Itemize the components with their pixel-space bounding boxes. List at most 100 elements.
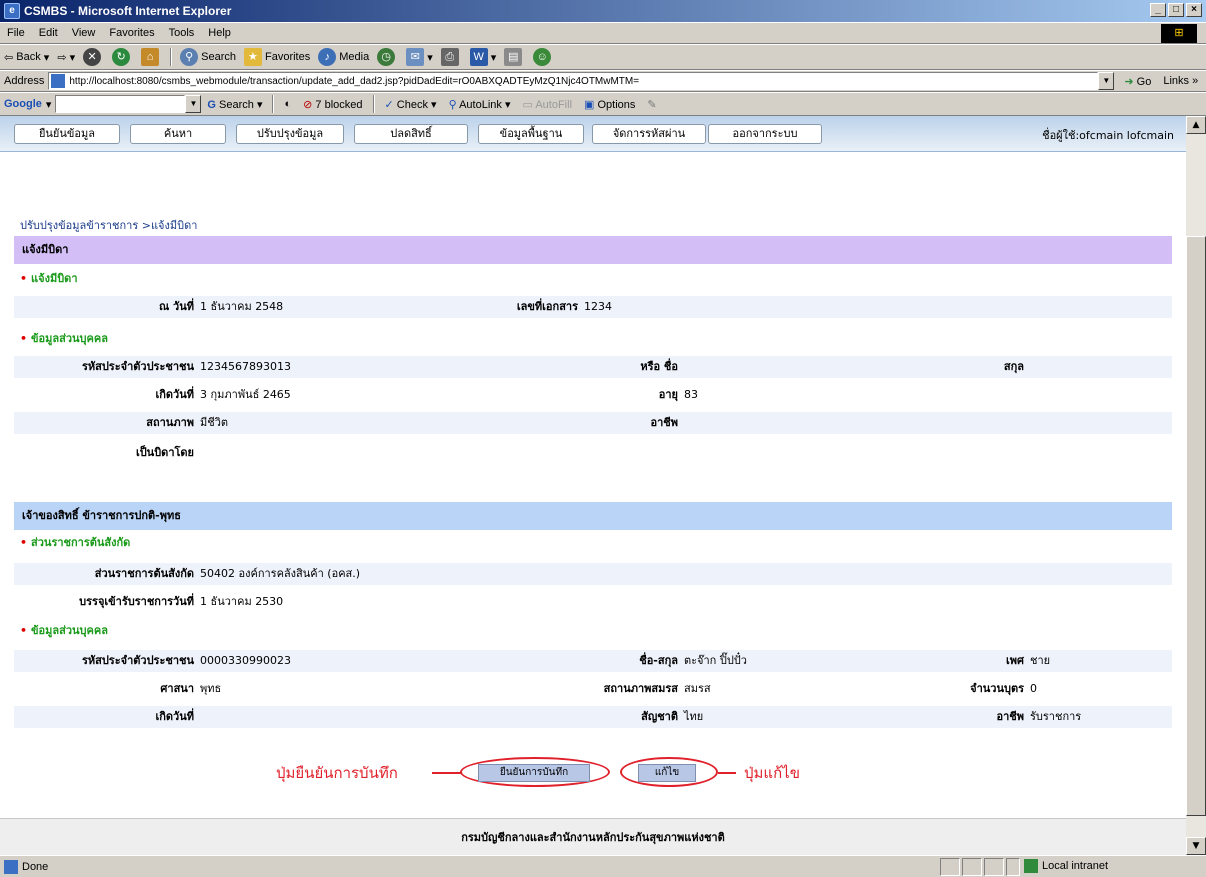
nav-manage-password[interactable]: จัดการรหัสผ่าน xyxy=(592,124,706,144)
scroll-thumb[interactable] xyxy=(1186,236,1206,816)
messenger-button[interactable]: ☺ xyxy=(533,48,554,66)
scroll-up-arrow-icon[interactable]: ▲ xyxy=(1186,116,1206,134)
google-search-icon: G xyxy=(207,98,216,111)
menu-tools[interactable]: Tools xyxy=(169,27,195,39)
favorites-button[interactable]: ★ Favorites xyxy=(243,48,311,66)
favorites-label: Favorites xyxy=(264,51,311,63)
history-button[interactable]: ◷ xyxy=(377,48,398,66)
google-search-dropdown-button[interactable]: ▼ xyxy=(185,95,202,113)
address-input[interactable]: http://localhost:8080/csmbs_webmodule/tr… xyxy=(48,72,1099,90)
refresh-button[interactable]: ↻ xyxy=(112,48,133,66)
autofill-button[interactable]: ▭ AutoFill xyxy=(522,98,572,111)
row-father-by: เป็นบิดาโดย xyxy=(14,442,1172,464)
scroll-down-arrow-icon[interactable]: ▼ xyxy=(1186,837,1206,855)
menu-edit[interactable]: Edit xyxy=(39,27,58,39)
zone-label: Local intranet xyxy=(1042,860,1109,872)
edit-icon: W xyxy=(469,48,488,66)
refresh-icon: ↻ xyxy=(112,48,131,66)
go-button[interactable]: ➜ Go xyxy=(1124,75,1151,88)
owner-children-label: จำนวนบุตร xyxy=(970,682,1024,695)
annotation-edit-label: ปุ่มแก้ไข xyxy=(744,764,800,782)
date-label: ณ วันที่ xyxy=(159,300,194,313)
google-search-button[interactable]: G Search ▾ xyxy=(207,98,262,111)
nav-search[interactable]: ค้นหา xyxy=(130,124,226,144)
row-start-date: บรรจุเข้ารับราชการวันที่ 1 ธันวาคม 2530 xyxy=(14,591,1172,613)
row-status-occupation: สถานภาพ มีชีวิต อาชีพ xyxy=(14,412,1172,434)
docno-label: เลขที่เอกสาร xyxy=(516,300,578,313)
address-url: http://localhost:8080/csmbs_webmodule/tr… xyxy=(69,75,640,87)
options-button[interactable]: ▣ Options xyxy=(584,98,635,111)
autolink-label: AutoLink xyxy=(459,98,502,111)
intranet-zone-icon xyxy=(1024,859,1038,873)
forward-arrow-icon: ⇨ ▾ xyxy=(57,51,76,64)
spellcheck-button[interactable]: ✓ Check ▾ xyxy=(385,98,437,111)
media-button[interactable]: ♪ Media xyxy=(318,48,369,66)
back-button[interactable]: ⇦ Back ▾ xyxy=(4,51,49,64)
media-label: Media xyxy=(339,51,370,63)
subheading-father-label: แจ้งมีบิดา xyxy=(31,272,78,285)
messenger-icon: ☺ xyxy=(533,48,552,66)
confirm-save-button[interactable]: ยืนยันการบันทึก xyxy=(478,764,590,782)
google-logo[interactable]: Google xyxy=(4,98,42,110)
search-button[interactable]: ⚲ Search xyxy=(180,48,236,66)
google-search-input[interactable] xyxy=(55,95,186,113)
start-date-label: บรรจุเข้ารับราชการวันที่ xyxy=(79,595,194,608)
links-button[interactable]: Links » xyxy=(1163,75,1198,87)
blocked-icon: ⊘ xyxy=(303,98,313,111)
menu-favorites[interactable]: Favorites xyxy=(109,27,154,39)
owner-birth-label: เกิดวันที่ xyxy=(155,710,194,723)
history-icon: ◷ xyxy=(377,48,396,66)
page-icon xyxy=(51,74,66,88)
minimize-button[interactable]: _ xyxy=(1150,3,1166,17)
nav-basic-data[interactable]: ข้อมูลพื้นฐาน xyxy=(478,124,584,144)
menu-help[interactable]: Help xyxy=(208,27,231,39)
mail-button[interactable]: ✉ ▾ xyxy=(406,48,433,66)
autolink-button[interactable]: ⚲ AutoLink ▾ xyxy=(449,98,511,111)
windows-logo-icon: ⊞ xyxy=(1161,24,1197,43)
forward-button[interactable]: ⇨ ▾ xyxy=(57,51,75,64)
options-icon: ▣ xyxy=(584,98,595,111)
row-birth-age: เกิดวันที่ 3 กุมภาพันธ์ 2465 อายุ 83 xyxy=(14,384,1172,406)
vertical-scrollbar[interactable]: ▲ ▼ xyxy=(1186,116,1206,855)
status-text: Done xyxy=(22,861,49,873)
pagerank-icon[interactable]: ◐ xyxy=(284,98,291,110)
nav-confirm-data[interactable]: ยืนยันข้อมูล xyxy=(14,124,120,144)
security-zone[interactable]: Local intranet xyxy=(1024,859,1108,873)
nav-revoke-rights[interactable]: ปลดสิทธิ์ xyxy=(354,124,468,144)
standard-toolbar: ⇦ Back ▾ ⇨ ▾ ✕ ↻ ⌂ ⚲ Search ★ Favorites ♪ M… xyxy=(0,44,1206,70)
address-bar: Address http://localhost:8080/csmbs_webm… xyxy=(0,70,1206,92)
google-dropdown-icon[interactable]: ▾ xyxy=(46,98,52,111)
status-bar: Done Local intranet xyxy=(0,855,1206,877)
spellcheck-icon: ✓ xyxy=(384,98,394,111)
menu-file[interactable]: File xyxy=(7,27,25,39)
owner-marital-value: สมรส xyxy=(684,682,711,695)
menu-view[interactable]: View xyxy=(72,27,96,39)
bullet-icon: • xyxy=(20,332,28,345)
owner-sex-label: เพศ xyxy=(1006,654,1024,667)
options-label: Options xyxy=(597,98,636,111)
father-age-value: 83 xyxy=(684,388,698,401)
owner-children-value: 0 xyxy=(1030,682,1037,695)
address-dropdown-button[interactable]: ▼ xyxy=(1098,72,1115,90)
discuss-button[interactable]: ▤ xyxy=(504,48,525,66)
owner-marital-label: สถานภาพสมรส xyxy=(603,682,678,695)
close-button[interactable]: × xyxy=(1186,3,1202,17)
stop-button[interactable]: ✕ xyxy=(83,48,104,66)
pencil-icon[interactable]: ✎ xyxy=(647,98,656,111)
autofill-label: AutoFill xyxy=(535,98,573,111)
search-label: Search xyxy=(201,51,236,63)
user-info: ชื่อผู้ใช้:ofcmain lofcmain xyxy=(1042,129,1174,142)
father-name-label: หรือ ชื่อ xyxy=(640,360,678,373)
print-button[interactable]: ⎙ xyxy=(440,48,462,66)
owner-fullname-label: ชื่อ-สกุล xyxy=(639,654,678,667)
nav-logout[interactable]: ออกจากระบบ xyxy=(708,124,822,144)
edit-button[interactable]: W ▾ xyxy=(469,48,496,66)
home-button[interactable]: ⌂ xyxy=(141,48,162,66)
mail-icon: ✉ xyxy=(406,48,425,66)
nav-update-data[interactable]: ปรับปรุงข้อมูล xyxy=(236,124,344,144)
edit-button[interactable]: แก้ไข xyxy=(638,764,696,782)
print-icon: ⎙ xyxy=(440,48,459,66)
popup-blocker-button[interactable]: ⊘ 7 blocked xyxy=(303,98,362,111)
maximize-button[interactable]: □ xyxy=(1168,3,1184,17)
address-label: Address xyxy=(4,75,45,87)
